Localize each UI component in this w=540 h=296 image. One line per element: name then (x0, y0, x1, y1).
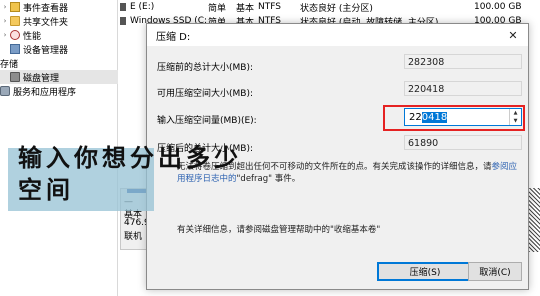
total-after-value: 61890 (404, 135, 522, 150)
total-before-value: 282308 (404, 54, 522, 69)
dialog-titlebar[interactable]: 压缩 D: ✕ (147, 24, 528, 46)
tree-item-shared-folders[interactable]: › 共享文件夹 (0, 14, 118, 28)
expand-chevron-icon[interactable]: › (0, 31, 10, 39)
expand-chevron-icon[interactable]: › (0, 17, 10, 25)
volume-type: 基本 (236, 3, 255, 14)
expand-chevron-icon[interactable]: › (0, 3, 10, 11)
tree-item-label: 共享文件夹 (23, 17, 69, 28)
tree-item-label: 磁盘管理 (23, 73, 60, 84)
available-value: 220418 (404, 81, 522, 96)
close-button[interactable]: ✕ (498, 24, 528, 46)
volume-capacity: 100.00 GB (474, 2, 522, 12)
unallocated-hatch (529, 188, 540, 252)
tree-item-storage[interactable]: 存储 (0, 56, 118, 70)
tree-item-disk-management[interactable]: 磁盘管理 (0, 70, 118, 84)
tree-item-label: 服务和应用程序 (13, 87, 77, 98)
services-icon (0, 86, 10, 96)
tree-item-label: 存储 (0, 59, 19, 70)
shared-folder-icon (10, 16, 20, 26)
annotation-line-2: 空间 (18, 175, 74, 204)
performance-icon (10, 30, 20, 40)
shrink-button[interactable]: 压缩(S) (377, 262, 473, 281)
tree-item-performance[interactable]: › 性能 (0, 28, 118, 42)
volume-layout: 简单 (208, 3, 227, 14)
tree-item-event-viewer[interactable]: › 事件查看器 (0, 0, 118, 14)
tree-item-device-manager[interactable]: 设备管理器 (0, 42, 118, 56)
partition-strip (528, 30, 540, 180)
event-viewer-icon (10, 2, 20, 12)
total-before-label: 压缩前的总计大小(MB): (157, 63, 253, 73)
dialog-title: 压缩 D: (156, 31, 191, 43)
disk-management-icon (10, 72, 20, 82)
tree-item-label: 性能 (23, 31, 42, 42)
cancel-button[interactable]: 取消(C) (468, 262, 522, 281)
annotation-line-1: 输入你想分出多少 (18, 143, 242, 172)
close-icon: ✕ (508, 28, 518, 42)
info-text: 有关详细信息，请参阅磁盘管理帮助中的"收缩基本卷" (177, 225, 381, 235)
tree-item-services-apps[interactable]: 服务和应用程序 (0, 84, 118, 98)
available-label: 可用压缩空间大小(MB): (157, 89, 253, 99)
shrink-amount-label: 输入压缩空间量(MB)(E): (157, 116, 257, 126)
device-manager-icon (10, 44, 20, 54)
volume-status: 状态良好 (主分区) (300, 3, 373, 14)
volume-name: E (E:) (130, 2, 155, 12)
tree-item-label: 事件查看器 (23, 3, 69, 14)
highlight-box (383, 105, 525, 131)
annotation-text: 输入你想分出多少 空间 (18, 142, 288, 206)
disk-status: 联机 (124, 232, 143, 242)
volume-fs: NTFS (258, 2, 281, 12)
volume-icon (120, 3, 126, 11)
tree-item-label: 设备管理器 (23, 45, 69, 56)
volume-row[interactable]: E (E:) 简单 基本 NTFS 状态良好 (主分区) 100.00 GB (120, 0, 540, 14)
volume-icon (120, 17, 126, 25)
